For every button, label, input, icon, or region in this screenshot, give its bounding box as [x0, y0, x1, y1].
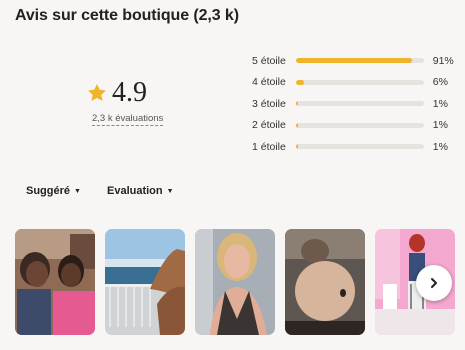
distribution-bar-track: [295, 144, 424, 150]
review-photo-3[interactable]: [195, 229, 275, 335]
caret-down-icon: ▼: [166, 187, 174, 195]
distribution-bar-fill: [295, 101, 298, 107]
chevron-right-icon: [431, 278, 437, 288]
distribution-percent: 1%: [432, 97, 448, 110]
distribution-label: 4 étoile: [252, 76, 286, 89]
distribution-percent: 1%: [432, 140, 448, 153]
distribution-row-2[interactable]: 2 étoile 1%: [252, 115, 462, 137]
distribution-bar-track: [295, 79, 424, 85]
review-photo-1[interactable]: [15, 229, 95, 335]
distribution-bar-track: [295, 58, 424, 64]
distribution-label: 3 étoile: [252, 97, 286, 110]
evaluation-filter-dropdown[interactable]: Evaluation ▼: [107, 185, 174, 197]
carousel-next-button[interactable]: [416, 265, 452, 301]
distribution-label: 5 étoile: [252, 54, 286, 67]
caret-down-icon: ▼: [74, 187, 81, 195]
distribution-bar-track: [295, 101, 424, 107]
review-photo-4[interactable]: [285, 229, 365, 335]
sort-label: Suggéré: [26, 185, 71, 197]
distribution-row-1[interactable]: 1 étoile 1%: [252, 136, 462, 158]
reviews-count-link[interactable]: 2,3 k évaluations: [92, 113, 164, 126]
distribution-row-3[interactable]: 3 étoile 1%: [252, 93, 462, 115]
distribution-percent: 1%: [432, 119, 448, 132]
distribution-bar-fill: [295, 79, 304, 85]
distribution-bar-track: [295, 122, 424, 128]
distribution-bar-fill: [295, 122, 298, 128]
distribution-percent: 91%: [432, 54, 454, 67]
distribution-row-5[interactable]: 5 étoile 91%: [252, 50, 462, 72]
distribution-percent: 6%: [432, 76, 448, 89]
distribution-label: 1 étoile: [252, 140, 286, 153]
star-icon: [88, 84, 106, 102]
distribution-bar-fill: [295, 144, 298, 150]
rating-score-line: 4.9: [86, 78, 176, 108]
review-photo-2[interactable]: [105, 229, 185, 335]
rating-distribution: 5 étoile 91% 4 étoile 6% 3 étoile 1% 2 é…: [252, 50, 462, 158]
rating-score: 4.9: [112, 77, 147, 108]
review-photos-carousel: [15, 229, 465, 337]
rating-summary: 4.9 2,3 k évaluations: [86, 78, 176, 126]
sort-dropdown[interactable]: Suggéré ▼: [26, 185, 81, 197]
distribution-row-4[interactable]: 4 étoile 6%: [252, 72, 462, 94]
distribution-bar-fill: [295, 58, 413, 64]
evaluation-label: Evaluation: [107, 185, 163, 197]
distribution-label: 2 étoile: [252, 119, 286, 132]
shop-reviews-title: Avis sur cette boutique (2,3 k): [15, 7, 239, 24]
